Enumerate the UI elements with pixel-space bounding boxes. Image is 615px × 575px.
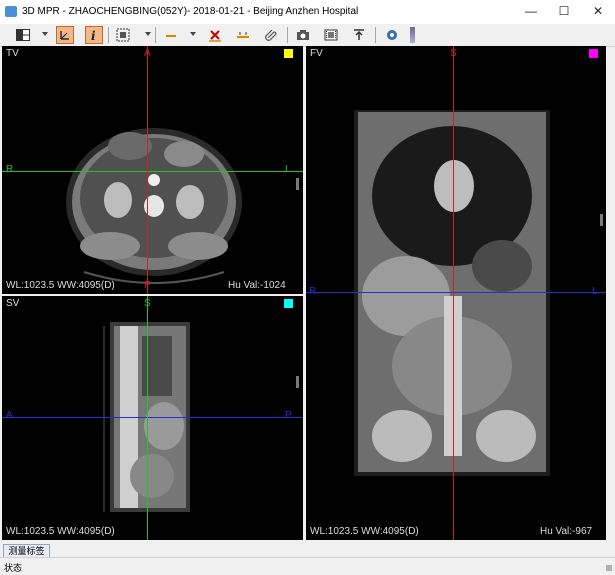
minimize-button[interactable]: — bbox=[517, 0, 545, 24]
coronal-right-orientation: L bbox=[592, 286, 598, 297]
info-tool-icon[interactable]: i bbox=[85, 26, 103, 44]
film-icon[interactable] bbox=[322, 26, 340, 44]
resize-grip-icon[interactable] bbox=[606, 565, 612, 571]
svg-text:i: i bbox=[91, 29, 96, 42]
coronal-bottom-orientation: I bbox=[452, 526, 455, 537]
axial-viewport[interactable]: TV A P R L WL:1023.5 WW:4095(D) Hu Val:-… bbox=[2, 46, 303, 294]
status-label: 状态 bbox=[4, 563, 23, 573]
axial-view-label: TV bbox=[6, 48, 19, 59]
layout-icon[interactable] bbox=[14, 26, 32, 44]
title-bar: 3D MPR - ZHAOCHENGBING(052Y)- 2018-01-21… bbox=[0, 0, 615, 24]
export-icon[interactable] bbox=[350, 26, 368, 44]
coronal-horizontal-line[interactable] bbox=[306, 292, 606, 293]
measure-dropdown-icon[interactable] bbox=[190, 32, 196, 36]
toolbar: i bbox=[0, 24, 615, 47]
maximize-button[interactable]: ☐ bbox=[550, 0, 578, 24]
measure-tag-tab[interactable]: 测量标签 bbox=[3, 544, 50, 558]
coronal-vertical-line[interactable] bbox=[453, 46, 454, 540]
axial-right-orientation: L bbox=[285, 164, 291, 175]
axial-hu-value: Hu Val:-1024 bbox=[228, 280, 286, 291]
select-dropdown-icon[interactable] bbox=[145, 32, 151, 36]
coronal-view-label: FV bbox=[310, 48, 323, 59]
sagittal-top-orientation: S bbox=[144, 298, 151, 309]
axial-scrollbar[interactable] bbox=[296, 178, 299, 190]
sagittal-viewport[interactable]: SV S A P WL:1023.5 WW:4095(D) bbox=[2, 296, 303, 540]
settings-icon[interactable] bbox=[383, 26, 401, 44]
axial-window-level: WL:1023.5 WW:4095(D) bbox=[6, 280, 115, 291]
sagittal-window-level: WL:1023.5 WW:4095(D) bbox=[6, 526, 115, 537]
axial-left-orientation: R bbox=[6, 164, 14, 175]
delete-measure-icon[interactable] bbox=[206, 26, 224, 44]
axial-vertical-line[interactable] bbox=[147, 46, 148, 294]
attach-icon[interactable] bbox=[262, 26, 280, 44]
coronal-viewport[interactable]: FV S I R L WL:1023.5 WW:4095(D) Hu Val:-… bbox=[306, 46, 606, 540]
sagittal-vertical-line[interactable] bbox=[147, 296, 148, 540]
axial-top-orientation: A bbox=[144, 48, 151, 59]
status-bar: 状态 bbox=[0, 557, 615, 575]
sagittal-scrollbar[interactable] bbox=[296, 376, 299, 388]
coronal-top-orientation: S bbox=[450, 48, 457, 59]
layout-dropdown-icon[interactable] bbox=[42, 32, 48, 36]
sagittal-ct-image bbox=[103, 322, 190, 512]
coronal-hu-value: Hu Val:-967 bbox=[540, 526, 593, 537]
crosshair-tool-icon[interactable] bbox=[56, 26, 74, 44]
screen-select-icon[interactable] bbox=[114, 26, 132, 44]
close-button[interactable]: ✕ bbox=[584, 0, 612, 24]
sagittal-view-label: SV bbox=[6, 298, 20, 309]
axial-ct-image bbox=[66, 128, 242, 284]
app-icon bbox=[5, 6, 17, 17]
axial-horizontal-line[interactable] bbox=[2, 171, 303, 172]
coronal-window-level: WL:1023.5 WW:4095(D) bbox=[310, 526, 419, 537]
sagittal-right-orientation: P bbox=[285, 410, 292, 421]
sagittal-color-marker[interactable] bbox=[284, 299, 293, 308]
sagittal-horizontal-line[interactable] bbox=[2, 417, 303, 418]
sagittal-left-orientation: A bbox=[6, 410, 13, 421]
coronal-left-orientation: R bbox=[309, 286, 317, 297]
window-title: 3D MPR - ZHAOCHENGBING(052Y)- 2018-01-21… bbox=[22, 6, 359, 17]
axial-color-marker[interactable] bbox=[284, 49, 293, 58]
ruler-icon[interactable] bbox=[234, 26, 252, 44]
measure-line-icon[interactable] bbox=[162, 26, 180, 44]
toolbar-grip bbox=[410, 27, 415, 43]
coronal-color-marker[interactable] bbox=[589, 49, 598, 58]
coronal-scrollbar[interactable] bbox=[600, 214, 603, 226]
axial-bottom-orientation: P bbox=[144, 280, 151, 291]
coronal-ct-image bbox=[354, 110, 550, 476]
camera-icon[interactable] bbox=[294, 26, 312, 44]
